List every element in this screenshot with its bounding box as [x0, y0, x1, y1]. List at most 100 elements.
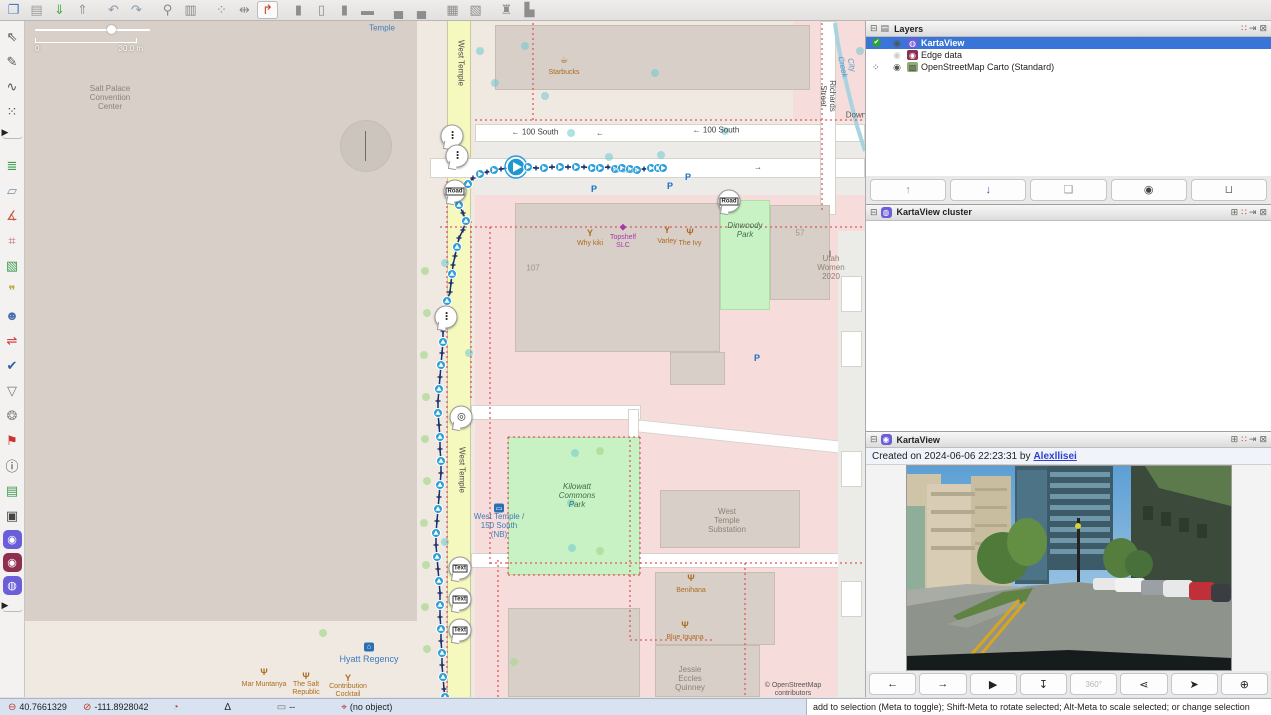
preset-building-4[interactable]: ▬	[357, 1, 378, 19]
draw-nodes-tool[interactable]: ✎	[2, 51, 23, 72]
photo-web-button[interactable]: ⊕	[1221, 673, 1268, 695]
open-button[interactable]: ❐	[3, 1, 24, 19]
measurement-toggle[interactable]: ∡	[2, 205, 23, 226]
pin-toggle[interactable]: ⚑	[2, 430, 23, 451]
kartaview-viewer-toggle[interactable]: ◉	[3, 530, 22, 549]
pin-icon[interactable]: ⇥	[1249, 207, 1257, 218]
layer-down-button[interactable]: ↓	[950, 179, 1026, 201]
split-way-button[interactable]: ⁘	[211, 1, 232, 19]
poi-label: Blue Iguana	[666, 634, 703, 642]
follow-line-button[interactable]: ↱	[257, 1, 278, 19]
dock-icon[interactable]: ⊞	[1231, 434, 1239, 445]
map-bubble-text[interactable]: Text	[449, 619, 472, 642]
stick-icon[interactable]: ∷	[1241, 434, 1246, 445]
preset-bus[interactable]: ▄	[411, 1, 432, 19]
map-bubble-signal[interactable]: ⋮	[446, 145, 469, 168]
map-label: Kilowatt Commons Park	[559, 482, 595, 510]
draw-way-tool[interactable]: ∿	[2, 76, 23, 97]
redo-button[interactable]: ↷	[126, 1, 147, 19]
right-panel-column: ⊟ ▤ Layers ∷ ⇥ ⊠ ✔ ◉ ◍ KartaView ◉ ◉ Edg…	[865, 21, 1271, 697]
preferences-button[interactable]: ▥	[180, 1, 201, 19]
authors-toggle[interactable]: ☻	[2, 305, 23, 326]
collapse-icon[interactable]: ⊟	[870, 434, 878, 445]
close-icon[interactable]: ⊠	[1259, 434, 1267, 445]
layer-up-button[interactable]: ↑	[870, 179, 946, 201]
info-toggle[interactable]: ⓘ	[2, 455, 23, 476]
search-button[interactable]: ⚲	[157, 1, 178, 19]
select-tool[interactable]: ⇖	[2, 26, 23, 47]
pin-icon[interactable]: ⇥	[1249, 434, 1257, 445]
map-bubble-signal[interactable]: ⋮	[435, 306, 458, 329]
map-bubble-ring[interactable]: ◎	[450, 406, 473, 429]
layer-visibility-button[interactable]: ◉	[1111, 179, 1187, 201]
parking-label: P	[754, 353, 760, 363]
photo-locate-button[interactable]: ➤	[1171, 673, 1218, 695]
tags-toggle[interactable]: ▱	[2, 180, 23, 201]
expand-tools-arrow[interactable]: ▶	[2, 126, 23, 139]
visibility-eye-icon-hidden[interactable]: ◉	[893, 50, 901, 61]
notes-toggle[interactable]: ❞	[2, 280, 23, 301]
map-bubble-text[interactable]: Road	[718, 190, 741, 213]
edge-viewer-toggle[interactable]: ◉	[3, 553, 22, 572]
photo-360-button[interactable]: 360°	[1070, 673, 1117, 695]
close-icon[interactable]: ⊠	[1259, 23, 1267, 34]
native-scale-icon: ⁘	[872, 62, 880, 73]
preset-car[interactable]: ▄	[388, 1, 409, 19]
preset-building-5[interactable]: ▦	[442, 1, 463, 19]
layer-merge-button[interactable]: ❏	[1030, 179, 1106, 201]
upload-button[interactable]: ⇑	[72, 1, 93, 19]
layer-row-kartaview[interactable]: ✔ ◉ ◍ KartaView	[866, 37, 1271, 49]
map-canvas[interactable]: 030.0 m Salt Palace Convention CenterWes…	[25, 21, 865, 697]
filter-toggle[interactable]: ▽	[2, 380, 23, 401]
photo-share-button[interactable]: ⋖	[1120, 673, 1167, 695]
visibility-eye-icon[interactable]: ◉	[893, 62, 901, 73]
undo-button[interactable]: ↶	[103, 1, 124, 19]
preset-factory[interactable]: ▙	[519, 1, 540, 19]
poi-label: Contribution Cocktail	[329, 683, 367, 697]
save-button[interactable]: ▤	[26, 1, 47, 19]
combine-way-button[interactable]: ⇹	[234, 1, 255, 19]
preset-building-6[interactable]: ▧	[465, 1, 486, 19]
map-bubble-text[interactable]: Road	[444, 180, 467, 203]
poi-icon: Ψ	[302, 671, 309, 681]
validator-toggle[interactable]: ✔	[2, 355, 23, 376]
photo-next-button[interactable]: →	[919, 673, 966, 695]
active-layer-check-icon: ✔	[872, 38, 881, 47]
collapse-icon[interactable]: ⊟	[870, 207, 878, 218]
relations-toggle[interactable]: ⌗	[2, 230, 23, 251]
visibility-eye-icon[interactable]: ◉	[893, 38, 901, 49]
expand-more-arrow[interactable]: ▶	[2, 599, 23, 612]
conflicts-toggle[interactable]: ⇌	[2, 330, 23, 351]
dock-icon[interactable]: ⊞	[1231, 207, 1239, 218]
poi-label: Benihana	[676, 587, 706, 595]
stick-icon[interactable]: ∷	[1241, 23, 1246, 34]
photo-previous-button[interactable]: ←	[869, 673, 916, 695]
collapse-icon[interactable]: ⊟	[870, 23, 878, 34]
layer-row-edge-data[interactable]: ◉ ◉ Edge data	[866, 49, 1271, 61]
kartaview-photo[interactable]	[906, 465, 1232, 671]
map-bubble-text[interactable]: Text	[449, 588, 472, 611]
photo-play-button[interactable]: ▶	[970, 673, 1017, 695]
layer-row-osm-carto[interactable]: ⁘ ◉ ▧ OpenStreetMap Carto (Standard)	[866, 61, 1271, 73]
preset-building-2[interactable]: ▯	[311, 1, 332, 19]
download-button[interactable]: ⇓	[49, 1, 70, 19]
styles-toggle[interactable]: ❂	[2, 405, 23, 426]
poi-label: Why kiki	[577, 240, 603, 248]
kartaview-layer-toggle[interactable]: ◍	[3, 576, 22, 595]
preset-castle[interactable]: ♜	[496, 1, 517, 19]
preset-building-3[interactable]: ▮	[334, 1, 355, 19]
close-icon[interactable]: ⊠	[1259, 207, 1267, 218]
map-bubble-text[interactable]: Text	[449, 557, 472, 580]
layer-list-toggle[interactable]: ≣	[2, 155, 23, 176]
toolbar-separator	[433, 1, 441, 19]
imagery-info-toggle[interactable]: ▣	[2, 505, 23, 526]
changeset-toggle[interactable]: ▤	[2, 480, 23, 501]
stick-icon[interactable]: ∷	[1241, 207, 1246, 218]
photo-author-link[interactable]: Alexllisei	[1033, 451, 1076, 462]
pin-icon[interactable]: ⇥	[1249, 23, 1257, 34]
improve-accuracy-tool[interactable]: ⁙	[2, 101, 23, 122]
preset-building-1[interactable]: ▮	[288, 1, 309, 19]
map-paint-toggle[interactable]: ▧	[2, 255, 23, 276]
layer-delete-button[interactable]: ⊔	[1191, 179, 1267, 201]
photo-download-button[interactable]: ↧	[1020, 673, 1067, 695]
